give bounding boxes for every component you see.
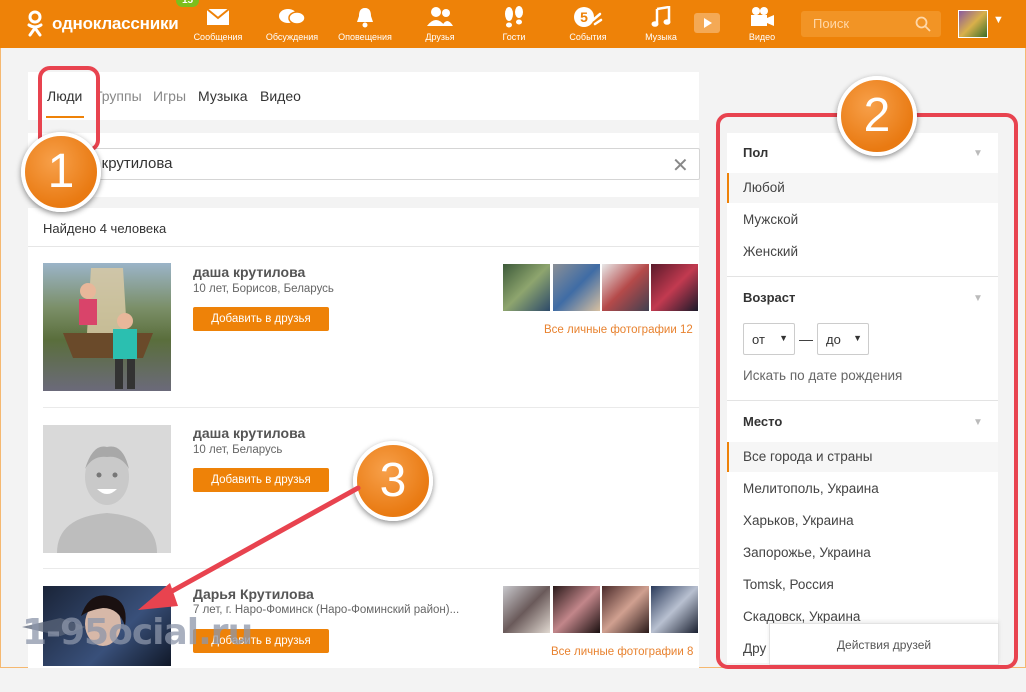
nav-label: Видео <box>748 32 776 42</box>
video-camera-icon <box>751 7 774 26</box>
footprints-icon <box>505 6 523 28</box>
photo-thumbnail[interactable] <box>553 586 600 633</box>
clear-icon[interactable]: ✕ <box>672 153 689 178</box>
top-search-input[interactable]: Поиск <box>801 11 941 37</box>
add-friend-button[interactable]: Добавить в друзья <box>193 307 329 331</box>
ok-logo-icon <box>27 10 43 37</box>
tab-groups[interactable]: Группы <box>95 88 142 104</box>
nav-messages[interactable]: Сообщения <box>191 6 245 44</box>
bell-icon <box>357 8 373 28</box>
photo-thumbnail[interactable] <box>602 586 649 633</box>
all-photos-link[interactable]: Все личные фотографии 8 <box>551 646 693 658</box>
user-avatar[interactable] <box>958 10 988 38</box>
annotation-bubble-1: 1 <box>21 132 101 212</box>
nav-label: Музыка <box>645 32 677 42</box>
search-placeholder: Поиск <box>813 16 850 31</box>
logo[interactable]: одноклассники <box>26 10 179 38</box>
envelope-icon <box>206 8 230 25</box>
nav-music[interactable]: Музыка <box>636 6 686 44</box>
tab-music[interactable]: Музыка <box>198 88 248 104</box>
events-icon: 5 <box>574 7 603 27</box>
results-count: Найдено 4 человека <box>43 221 167 236</box>
all-photos-link[interactable]: Все личные фотографии 12 <box>544 324 693 336</box>
person-info: 10 лет, Беларусь <box>193 444 283 456</box>
friends-icon <box>427 7 453 26</box>
nav-video[interactable]: Видео <box>738 6 786 44</box>
tab-games[interactable]: Игры <box>153 88 186 104</box>
photo-thumbnail[interactable] <box>503 264 550 311</box>
annotation-bubble-2: 2 <box>837 76 917 156</box>
photo-thumbnail[interactable] <box>651 264 698 311</box>
nav-label: Друзья <box>425 32 455 42</box>
search-icon[interactable] <box>915 16 931 32</box>
photo-thumbnail[interactable] <box>651 586 698 633</box>
nav-events[interactable]: 5 События <box>563 6 613 44</box>
tab-video[interactable]: Видео <box>260 88 301 104</box>
nav-guests[interactable]: Гости <box>490 6 538 44</box>
photo-thumbnail[interactable] <box>553 264 600 311</box>
chat-bubbles-icon <box>279 9 306 25</box>
nav-label: Гости <box>502 32 526 42</box>
nav-notifications[interactable]: Оповещения <box>333 6 397 44</box>
nav-discussions[interactable]: Обсуждения <box>262 6 322 44</box>
photo-image <box>63 268 153 389</box>
music-note-icon <box>651 6 671 27</box>
play-icon <box>704 18 712 28</box>
nav-label: Оповещения <box>338 32 392 42</box>
video-play-button[interactable] <box>694 13 720 33</box>
nav-label: Сообщения <box>193 32 243 42</box>
highlight-box-filters <box>716 113 1018 669</box>
person-photo[interactable] <box>43 263 171 391</box>
svg-text:5: 5 <box>580 9 588 25</box>
photo-thumbnail[interactable] <box>503 586 550 633</box>
person-name[interactable]: даша крутилова <box>193 264 305 280</box>
divider <box>43 407 699 408</box>
watermark: 1-95ocial.ru <box>22 612 253 653</box>
photo-thumbnail[interactable] <box>602 264 649 311</box>
divider <box>28 246 699 247</box>
nav-label: События <box>569 32 607 42</box>
person-info: 10 лет, Борисов, Беларусь <box>193 283 334 295</box>
person-name[interactable]: даша крутилова <box>193 425 305 441</box>
nav-friends[interactable]: Друзья <box>412 6 468 44</box>
nav-label: Обсуждения <box>265 32 319 42</box>
top-navigation-bar: одноклассники 15 Сообщения Обсуждения Оп… <box>0 0 1026 48</box>
chevron-down-icon[interactable]: ▼ <box>993 14 1004 26</box>
logo-text: одноклассники <box>52 14 179 33</box>
annotation-arrow <box>138 485 361 610</box>
